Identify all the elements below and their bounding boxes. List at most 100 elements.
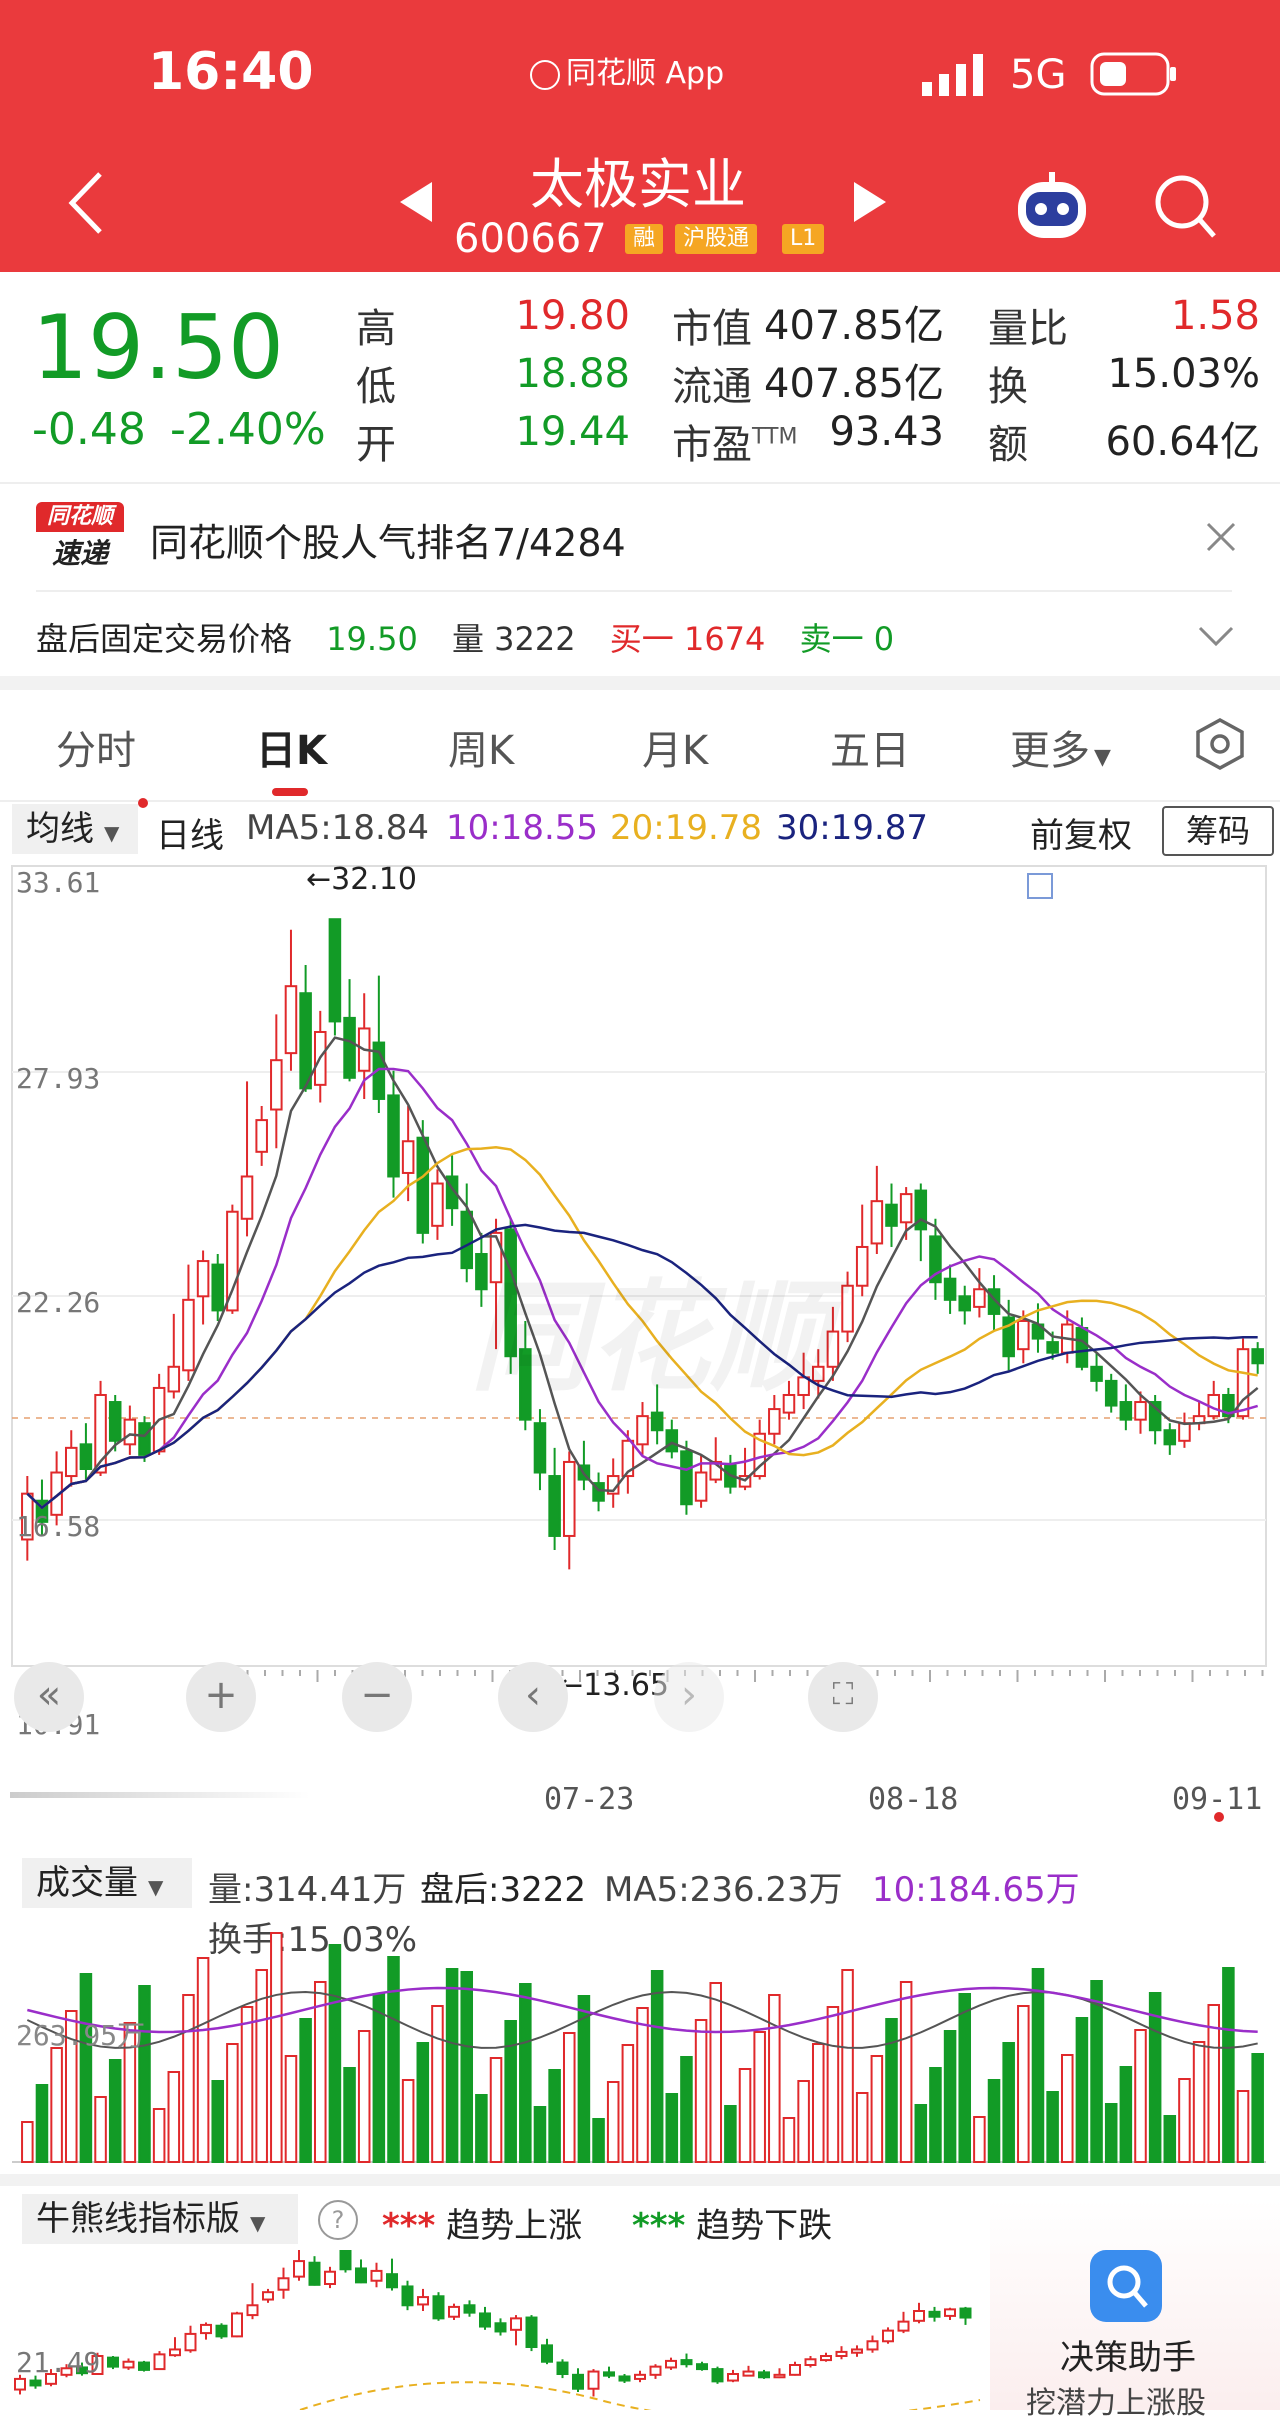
volume-bar xyxy=(768,1994,781,2163)
tab-daily-k[interactable]: 日K xyxy=(256,718,327,776)
zoom-in-button[interactable]: + xyxy=(186,1662,256,1732)
signal-icon xyxy=(922,54,983,96)
chevron-down-icon[interactable] xyxy=(1196,622,1236,650)
volume-bar xyxy=(313,1981,327,2163)
tab-more[interactable]: 更多 ▼ xyxy=(1010,718,1111,776)
app-header: 16:40 同花顺 App 5G 太极实业 600667 融 沪股通 L1 xyxy=(0,0,1280,272)
volume-bar xyxy=(811,2043,825,2163)
stat-open-value: 19.44 xyxy=(515,409,630,455)
collapse-left-button[interactable]: « xyxy=(14,1662,84,1732)
bb-body xyxy=(448,2305,460,2318)
volume-bar xyxy=(533,2106,547,2163)
volume-bar xyxy=(50,2047,63,2163)
volume-bar xyxy=(387,1956,400,2163)
decision-assistant[interactable]: 决策助手 挖潜力上涨股 xyxy=(990,2200,1280,2421)
tab-monthly-k[interactable]: 月K xyxy=(642,718,708,776)
search-icon[interactable] xyxy=(1150,170,1220,242)
candle-body xyxy=(973,1288,986,1308)
chips-button[interactable]: 筹码 xyxy=(1162,806,1274,856)
bb-body xyxy=(649,2365,662,2376)
bb-body xyxy=(494,2322,507,2333)
bb-body xyxy=(308,2261,321,2286)
volume-bar xyxy=(1222,1967,1235,2163)
stat-volratio-label: 量比 xyxy=(988,306,1068,352)
app-label: 同花顺 App xyxy=(530,48,724,92)
bb-body xyxy=(401,2285,414,2307)
chart-watermark: 同花顺 xyxy=(470,1269,830,1408)
after-hours-buy-label: 买一 xyxy=(609,620,674,658)
ma-selector[interactable]: 均线 ▼ xyxy=(12,804,138,854)
y-label-1: 33.61 xyxy=(16,866,101,899)
volume-bar xyxy=(855,2092,869,2163)
candle-body xyxy=(270,1059,283,1111)
candle-body xyxy=(870,1200,884,1245)
back-icon[interactable] xyxy=(62,168,112,238)
prev-stock-icon[interactable] xyxy=(396,180,436,224)
adjust-mode[interactable]: 前复权 xyxy=(1030,808,1132,857)
legend-down-label: 趋势下跌 xyxy=(696,2206,833,2246)
volume-bar xyxy=(929,2067,942,2163)
after-hours-row[interactable]: 盘后固定交易价格 19.50 量 3222 买一 1674 卖一 0 xyxy=(36,614,894,660)
stat-turnover-value: 15.03% xyxy=(1107,351,1260,397)
news-text[interactable]: 同花顺个股人气排名7/4284 xyxy=(150,512,626,567)
ma-selector-label: 均线 xyxy=(26,809,94,849)
bb-body xyxy=(556,2361,569,2376)
close-icon[interactable] xyxy=(1204,520,1238,554)
settings-hexagon-icon[interactable] xyxy=(1192,716,1248,772)
candle-body xyxy=(650,1411,664,1432)
scroll-left-button[interactable]: ‹ xyxy=(498,1662,568,1732)
next-stock-icon[interactable] xyxy=(850,180,890,224)
candle-body xyxy=(431,1182,444,1227)
volume-bar xyxy=(416,2042,430,2163)
robot-assistant-icon[interactable] xyxy=(1012,170,1092,242)
y-label-2: 27.93 xyxy=(16,1062,101,1095)
stat-pe-sup: TTM xyxy=(752,424,798,450)
candle-body xyxy=(1163,1429,1177,1446)
bullbear-selector[interactable]: 牛熊线指标版 ▼ xyxy=(22,2194,298,2244)
bb-body xyxy=(525,2316,538,2349)
fullscreen-button[interactable]: ⛶ xyxy=(808,1662,878,1732)
stock-code: 600667 xyxy=(454,216,607,262)
stat-mktcap-label: 市值 xyxy=(672,306,752,352)
divider xyxy=(36,590,1232,592)
volume-bar xyxy=(1060,2054,1074,2163)
bb-body xyxy=(479,2312,491,2328)
tag-margin: 融 xyxy=(625,224,664,254)
candle-body xyxy=(548,1475,561,1537)
candle-body xyxy=(123,1418,137,1446)
volume-bar xyxy=(562,2032,576,2163)
zoom-out-button[interactable]: − xyxy=(342,1662,412,1732)
volume-bar xyxy=(1002,2042,1015,2163)
volume-bar xyxy=(460,1971,474,2163)
tab-weekly-k[interactable]: 周K xyxy=(448,718,514,776)
scroll-right-button[interactable]: › xyxy=(654,1662,724,1732)
volume-bar xyxy=(328,1944,342,2163)
candle-body xyxy=(1046,1341,1059,1354)
app-label-text: 同花顺 App xyxy=(566,56,725,91)
volume-bar xyxy=(284,2055,298,2163)
bb-body xyxy=(866,2340,879,2351)
tab-timeshare[interactable]: 分时 xyxy=(56,718,136,776)
volume-bar xyxy=(167,2071,181,2163)
tab-five-day[interactable]: 五日 xyxy=(830,718,910,776)
volume-bar xyxy=(519,1983,532,2163)
volume-bar xyxy=(357,2030,371,2163)
candle-body xyxy=(284,985,298,1055)
candle-body xyxy=(167,1365,181,1393)
price-change: -0.48 xyxy=(32,404,146,455)
volume-bar xyxy=(973,2116,986,2163)
bullbear-chart[interactable] xyxy=(0,2250,990,2410)
assistant-search-icon xyxy=(1090,2250,1162,2322)
caret-down-icon: ▼ xyxy=(104,821,120,845)
volume-chart[interactable] xyxy=(0,1900,1280,2170)
candle-body xyxy=(387,1094,400,1178)
candle-body xyxy=(958,1295,972,1312)
bb-body xyxy=(432,2295,445,2320)
candle-body xyxy=(79,1443,93,1470)
bb-body xyxy=(587,2370,600,2390)
help-icon[interactable]: ? xyxy=(318,2200,358,2240)
bb-body xyxy=(665,2359,677,2369)
volume-bar xyxy=(1017,2005,1030,2163)
volume-bar xyxy=(870,2055,884,2163)
low-marker-label: ←13.65 xyxy=(558,1668,670,1703)
